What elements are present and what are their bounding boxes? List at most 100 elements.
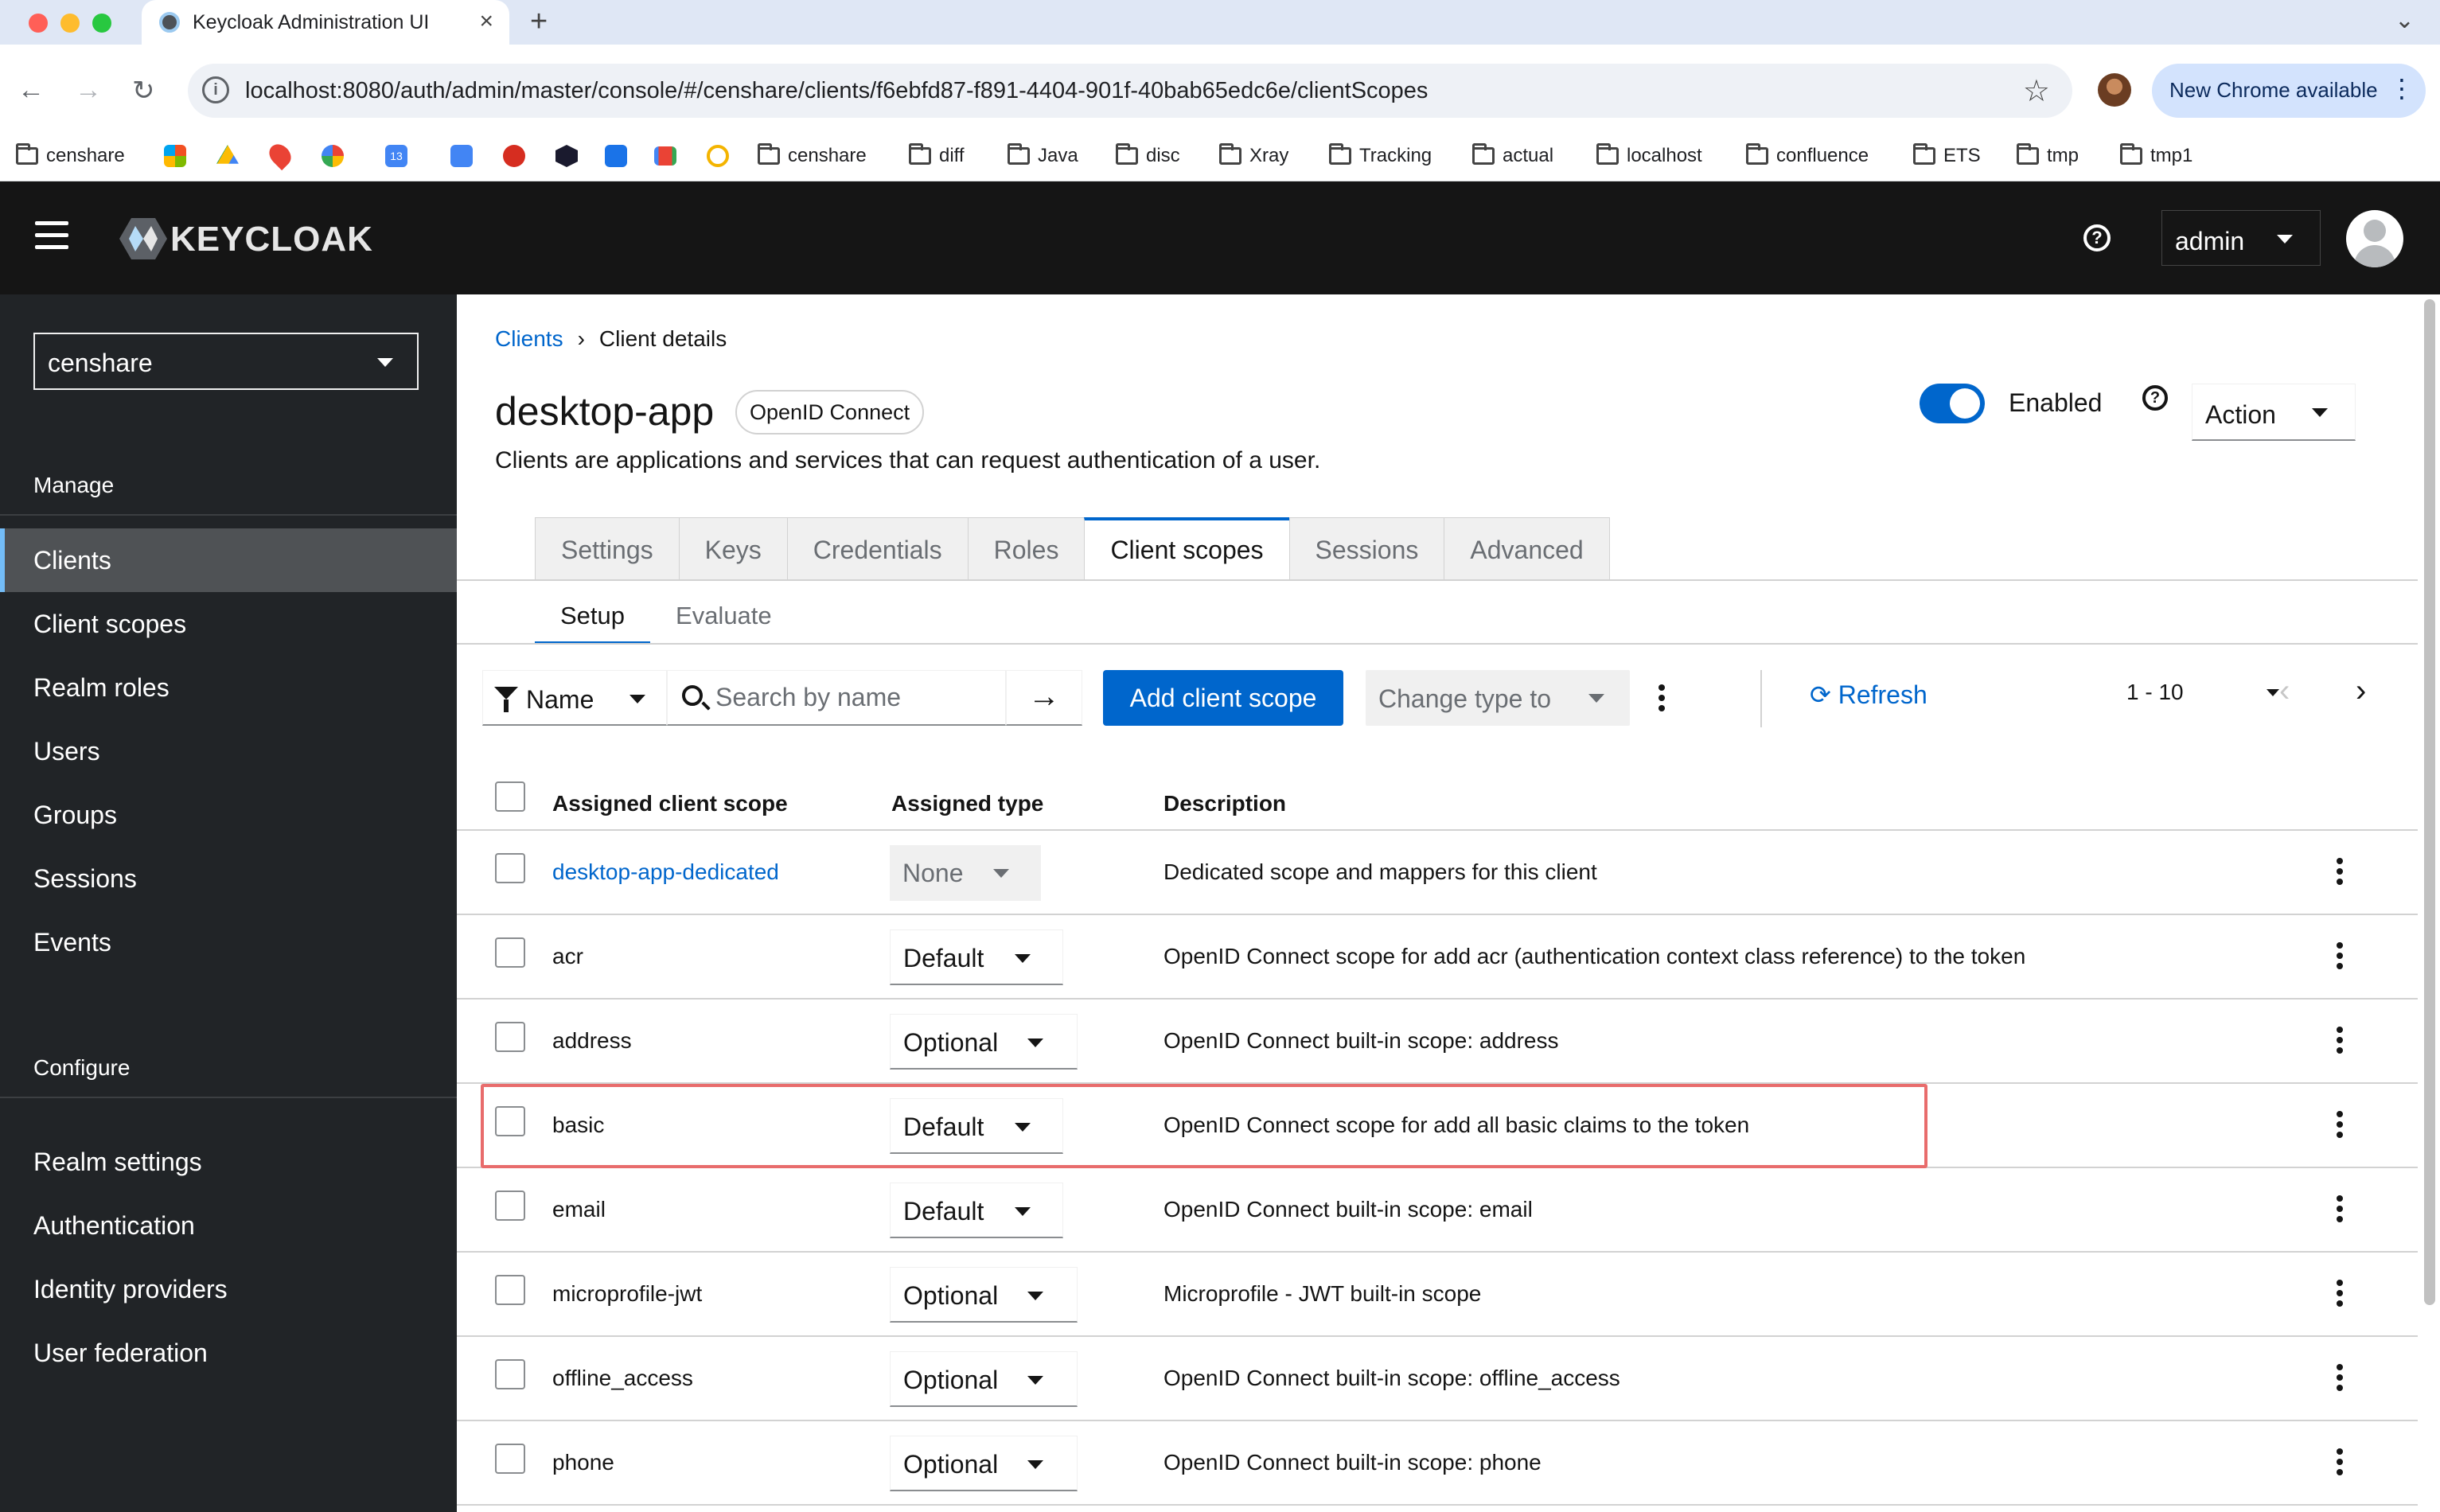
assigned-type-dropdown[interactable]: Default [890, 1098, 1063, 1154]
sidebar-item-identity-providers[interactable]: Identity providers [0, 1257, 457, 1321]
tab-client-scopes[interactable]: Client scopes [1084, 517, 1289, 581]
bookmark-folder[interactable]: confluence [1746, 131, 1869, 181]
assigned-type-dropdown[interactable]: Optional [890, 1351, 1078, 1407]
assigned-type-dropdown[interactable]: Optional [890, 1267, 1078, 1323]
close-window-button[interactable] [29, 14, 48, 33]
profile-avatar[interactable] [2098, 73, 2131, 107]
tab-keys[interactable]: Keys [678, 517, 787, 581]
select-all-checkbox[interactable] [495, 781, 525, 812]
bookmark-censhare-app[interactable]: censhare [16, 131, 125, 181]
row-checkbox[interactable] [495, 1191, 525, 1221]
close-tab-icon[interactable]: × [479, 8, 493, 35]
sidebar-item-realm-roles[interactable]: Realm roles [0, 656, 457, 719]
pagination-dropdown[interactable]: 1 - 10 [2126, 680, 2279, 705]
subtab-evaluate[interactable]: Evaluate [650, 592, 797, 645]
realm-selector[interactable]: censhare [33, 333, 419, 390]
google-drive-icon[interactable] [216, 145, 239, 164]
bookmark-folder[interactable]: diff [909, 131, 965, 181]
tab-credentials[interactable]: Credentials [786, 517, 968, 581]
row-kebab-icon[interactable] [2337, 1364, 2345, 1395]
refresh-button[interactable]: ⟳ Refresh [1810, 680, 1927, 710]
column-header-type[interactable]: Assigned type [891, 791, 1043, 816]
assigned-type-dropdown[interactable]: Default [890, 1183, 1063, 1238]
google-translate-icon[interactable] [450, 145, 473, 167]
bookmark-folder[interactable]: tmp [2017, 131, 2079, 181]
tab-sessions[interactable]: Sessions [1288, 517, 1444, 581]
column-header-scope[interactable]: Assigned client scope [552, 791, 788, 816]
chrome-menu-icon[interactable]: ⋮ [2389, 73, 2415, 103]
new-tab-icon[interactable]: + [530, 5, 548, 39]
google-calendar-icon[interactable]: 13 [385, 145, 407, 167]
bookmark-folder[interactable]: Java [1008, 131, 1078, 181]
action-dropdown[interactable]: Action [2192, 384, 2356, 441]
user-dropdown[interactable]: admin [2161, 210, 2321, 266]
page-scrollbar[interactable] [2424, 299, 2435, 1305]
assigned-type-dropdown[interactable]: Optional [890, 1436, 1078, 1491]
sidebar-item-events[interactable]: Events [0, 910, 457, 974]
sidebar-item-authentication[interactable]: Authentication [0, 1194, 457, 1257]
scope-name-link[interactable]: desktop-app-dedicated [552, 859, 779, 885]
bookmark-folder[interactable]: localhost [1596, 131, 1702, 181]
row-kebab-icon[interactable] [2337, 1448, 2345, 1479]
bookmark-star-icon[interactable]: ☆ [2023, 73, 2050, 109]
hex-app-icon[interactable] [555, 145, 578, 167]
next-page-icon[interactable]: › [2356, 673, 2366, 709]
microsoft-icon[interactable] [164, 145, 186, 167]
mail-app-icon[interactable] [605, 145, 627, 167]
row-kebab-icon[interactable] [2337, 1111, 2345, 1142]
row-checkbox[interactable] [495, 1022, 525, 1052]
gmail-icon[interactable] [654, 146, 676, 166]
row-kebab-icon[interactable] [2337, 1280, 2345, 1311]
reload-icon[interactable]: ↻ [132, 75, 155, 107]
search-submit-button[interactable]: → [1006, 670, 1082, 726]
tab-roles[interactable]: Roles [967, 517, 1085, 581]
bookmark-folder[interactable]: Xray [1219, 131, 1288, 181]
avatar[interactable] [2346, 210, 2403, 267]
row-checkbox[interactable] [495, 1106, 525, 1136]
row-checkbox[interactable] [495, 853, 525, 883]
toolbar-kebab-icon[interactable] [1658, 684, 1666, 715]
sidebar-item-clients[interactable]: Clients [0, 528, 457, 592]
browser-tab[interactable]: Keycloak Administration UI × [142, 0, 509, 45]
breadcrumb-clients-link[interactable]: Clients [495, 326, 563, 351]
maximize-window-button[interactable] [92, 14, 111, 33]
sidebar-item-sessions[interactable]: Sessions [0, 847, 457, 910]
chrome-update-button[interactable]: New Chrome available ⋮ [2152, 64, 2426, 118]
minimize-window-button[interactable] [60, 14, 80, 33]
sidebar-item-users[interactable]: Users [0, 719, 457, 783]
previous-page-icon[interactable]: ‹ [2279, 673, 2290, 709]
sidebar-item-client-scopes[interactable]: Client scopes [0, 592, 457, 656]
bookmark-folder[interactable]: ETS [1913, 131, 1981, 181]
google-maps-icon[interactable] [264, 139, 296, 171]
row-kebab-icon[interactable] [2337, 1195, 2345, 1226]
tab-advanced[interactable]: Advanced [1444, 517, 1610, 581]
chevron-down-icon[interactable]: ⌄ [2395, 6, 2415, 34]
help-icon[interactable]: ? [2142, 385, 2168, 411]
row-checkbox[interactable] [495, 1359, 525, 1389]
url-text[interactable]: localhost:8080/auth/admin/master/console… [245, 78, 1428, 104]
bookmark-folder[interactable]: disc [1116, 131, 1180, 181]
address-bar[interactable]: i localhost:8080/auth/admin/master/conso… [188, 64, 2072, 118]
bookmark-folder[interactable]: actual [1472, 131, 1553, 181]
add-client-scope-button[interactable]: Add client scope [1103, 670, 1343, 726]
change-type-dropdown[interactable]: Change type to [1366, 670, 1630, 726]
sidebar-item-realm-settings[interactable]: Realm settings [0, 1130, 457, 1194]
help-icon[interactable]: ? [2083, 224, 2111, 251]
circle-app-icon[interactable] [707, 145, 729, 167]
sidebar-item-user-federation[interactable]: User federation [0, 1321, 457, 1385]
row-checkbox[interactable] [495, 1444, 525, 1474]
bookmark-folder[interactable]: censhare [758, 131, 867, 181]
bookmark-folder[interactable]: Tracking [1329, 131, 1432, 181]
sidebar-item-groups[interactable]: Groups [0, 783, 457, 847]
search-input[interactable] [715, 671, 994, 723]
assigned-type-dropdown[interactable]: Default [890, 929, 1063, 985]
forward-arrow-icon[interactable]: → [75, 75, 102, 106]
row-checkbox[interactable] [495, 937, 525, 968]
site-info-icon[interactable]: i [202, 76, 229, 103]
assigned-type-dropdown[interactable]: Optional [890, 1014, 1078, 1070]
hamburger-menu-icon[interactable] [35, 221, 68, 250]
tab-settings[interactable]: Settings [535, 517, 679, 581]
bookmark-app-icon[interactable] [503, 145, 525, 167]
back-arrow-icon[interactable]: ← [18, 75, 45, 106]
enabled-toggle[interactable] [1920, 384, 1985, 423]
